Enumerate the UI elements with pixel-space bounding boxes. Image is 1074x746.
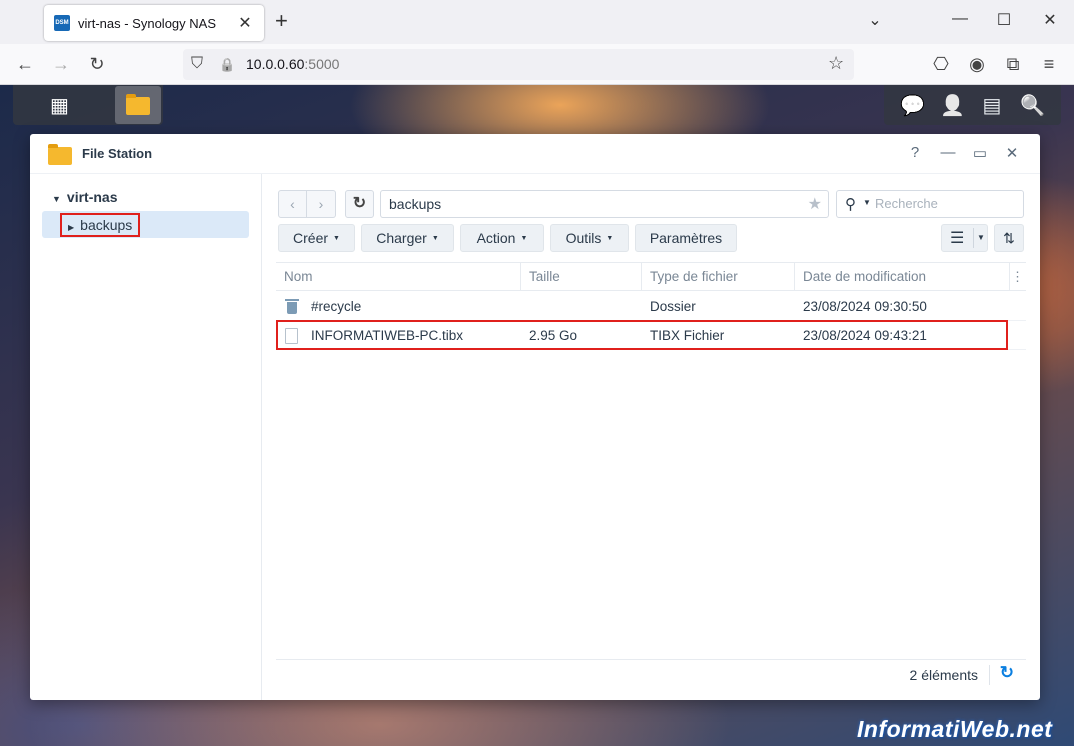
settings-button[interactable]: Paramètres	[635, 224, 737, 252]
path-text: backups	[389, 196, 442, 212]
window-header[interactable]: File Station ? — ▭ ✕	[30, 134, 1040, 174]
file-station-icon	[48, 144, 72, 165]
list-view-icon[interactable]: ☰	[950, 228, 964, 248]
search-options-icon[interactable]: ▼	[863, 198, 871, 207]
view-dropdown-icon[interactable]: ▼	[977, 233, 985, 242]
main-menu-icon[interactable]: ▦	[50, 93, 69, 118]
taskbar-file-station[interactable]	[115, 86, 161, 124]
file-grid: Nom Taille Type de fichier Date de modif…	[276, 262, 1026, 662]
view-mode-button[interactable]: ☰ ▼	[941, 224, 988, 252]
window-minimize-icon[interactable]: —	[939, 144, 957, 161]
watermark-logo: InformatiWeb.net	[857, 716, 1053, 742]
highlight-box	[276, 320, 1008, 350]
view-separator	[973, 228, 974, 248]
caret-down-icon[interactable]: ▼	[52, 194, 61, 204]
tools-label: Outils	[565, 230, 602, 246]
refresh-button[interactable]: ↻	[345, 190, 374, 218]
url-port: :5000	[304, 56, 340, 72]
tools-button[interactable]: Outils ▼	[550, 224, 629, 252]
folder-tree: ▼ virt-nas ▶ backups	[30, 174, 262, 700]
dsm-favicon-icon: DSM	[54, 15, 70, 31]
taskbar-right: 💬 👤 ▤ 🔍	[884, 85, 1061, 125]
extensions-icon[interactable]: ⧉	[1002, 54, 1024, 74]
item-count: 2 éléments	[909, 667, 978, 683]
dsm-desktop: ▦ 💬 👤 ▤ 🔍 File Station ? — ▭ ✕ ▼ virt-nas…	[0, 85, 1074, 746]
user-icon[interactable]: 👤	[940, 93, 965, 118]
url-text[interactable]: 10.0.0.60:5000	[246, 56, 339, 72]
help-icon[interactable]: ?	[906, 144, 924, 161]
footer-refresh-icon[interactable]: ↻	[1000, 663, 1014, 683]
chat-icon[interactable]: 💬	[900, 93, 925, 118]
url-host: 10.0.0.60	[246, 56, 305, 72]
dropdown-icon: ▼	[606, 234, 614, 242]
search-icon[interactable]: 🔍	[1020, 93, 1045, 118]
dropdown-icon: ▼	[333, 234, 340, 242]
pocket-icon[interactable]: ⎔	[930, 54, 952, 74]
dropdown-icon: ▼	[431, 234, 439, 242]
cell-type: Dossier	[650, 299, 696, 314]
menu-icon[interactable]: ≡	[1038, 54, 1060, 74]
file-station-window: File Station ? — ▭ ✕ ▼ virt-nas ▶ backups …	[30, 134, 1040, 700]
minimize-icon[interactable]: —	[949, 10, 971, 28]
browser-tab[interactable]: DSM virt-nas - Synology NAS ✕	[44, 5, 264, 41]
column-options-icon[interactable]: ⋮	[1011, 263, 1024, 291]
maximize-icon[interactable]: ☐	[993, 10, 1015, 30]
taskbar-left: ▦	[13, 85, 163, 125]
favorite-star-icon[interactable]: ★	[808, 194, 822, 214]
file-list-panel: ‹ › ↻ backups ★ ⚲ ▼ Créer ▼ Charger ▼ Acti…	[263, 174, 1040, 700]
grid-header: Nom Taille Type de fichier Date de modif…	[276, 263, 1026, 291]
tree-root[interactable]: ▼ virt-nas	[52, 189, 118, 205]
column-size[interactable]: Taille	[521, 263, 642, 291]
tree-root-label: virt-nas	[66, 189, 118, 205]
table-row[interactable]: #recycle Dossier 23/08/2024 09:30:50	[276, 292, 1026, 321]
path-field[interactable]: backups ★	[380, 190, 829, 218]
create-label: Créer	[293, 230, 329, 246]
lock-icon[interactable]: 🔒	[219, 57, 235, 73]
cell-name: #recycle	[311, 299, 362, 314]
cell-modified: 23/08/2024 09:30:50	[803, 299, 927, 314]
url-bar[interactable]: ⛉ 🔒 10.0.0.60:5000 ☆	[183, 49, 854, 80]
folder-icon	[126, 94, 150, 115]
dropdown-icon: ▼	[520, 234, 528, 242]
search-icon[interactable]: ⚲	[845, 195, 856, 213]
browser-tabbar: DSM virt-nas - Synology NAS ✕ + ⌄ — ☐ ✕	[0, 0, 1074, 44]
forward-button[interactable]: ›	[307, 190, 336, 218]
grid-footer: 2 éléments ↻	[276, 659, 1026, 689]
column-modified[interactable]: Date de modification	[795, 263, 1010, 291]
back-icon[interactable]: ←	[14, 54, 36, 74]
window-title: File Station	[82, 146, 153, 161]
upload-label: Charger	[376, 230, 427, 246]
back-button[interactable]: ‹	[278, 190, 307, 218]
tab-close-icon[interactable]: ✕	[236, 13, 254, 33]
action-button[interactable]: Action ▼	[460, 224, 544, 252]
widgets-icon[interactable]: ▤	[980, 93, 1004, 118]
bookmark-star-icon[interactable]: ☆	[828, 53, 844, 74]
search-input[interactable]	[875, 196, 1015, 211]
close-window-icon[interactable]: ✕	[1039, 10, 1061, 30]
tree-item-backups[interactable]: ▶ backups	[60, 213, 141, 237]
reload-icon[interactable]: ↻	[86, 54, 108, 74]
new-tab-button[interactable]: +	[275, 10, 288, 32]
action-label: Action	[476, 230, 516, 246]
tab-title: virt-nas - Synology NAS	[78, 15, 216, 31]
column-type[interactable]: Type de fichier	[642, 263, 795, 291]
sort-button[interactable]: ⇅	[994, 224, 1024, 252]
window-close-icon[interactable]: ✕	[1003, 144, 1021, 162]
caret-right-icon[interactable]: ▶	[68, 223, 74, 232]
browser-navbar: ← → ↻ ⛉ 🔒 10.0.0.60:5000 ☆ ⎔ ◉ ⧉ ≡	[0, 44, 1074, 85]
tree-item-label: backups	[80, 217, 133, 233]
window-maximize-icon[interactable]: ▭	[971, 144, 989, 162]
upload-button[interactable]: Charger ▼	[361, 224, 454, 252]
settings-label: Paramètres	[649, 230, 723, 246]
column-name[interactable]: Nom	[276, 263, 521, 291]
search-field[interactable]: ⚲ ▼	[836, 190, 1024, 218]
footer-separator	[989, 665, 990, 685]
account-icon[interactable]: ◉	[966, 54, 988, 74]
shield-icon[interactable]: ⛉	[191, 55, 203, 73]
forward-icon[interactable]: →	[50, 54, 72, 74]
tab-list-icon[interactable]: ⌄	[864, 10, 886, 30]
create-button[interactable]: Créer ▼	[278, 224, 355, 252]
